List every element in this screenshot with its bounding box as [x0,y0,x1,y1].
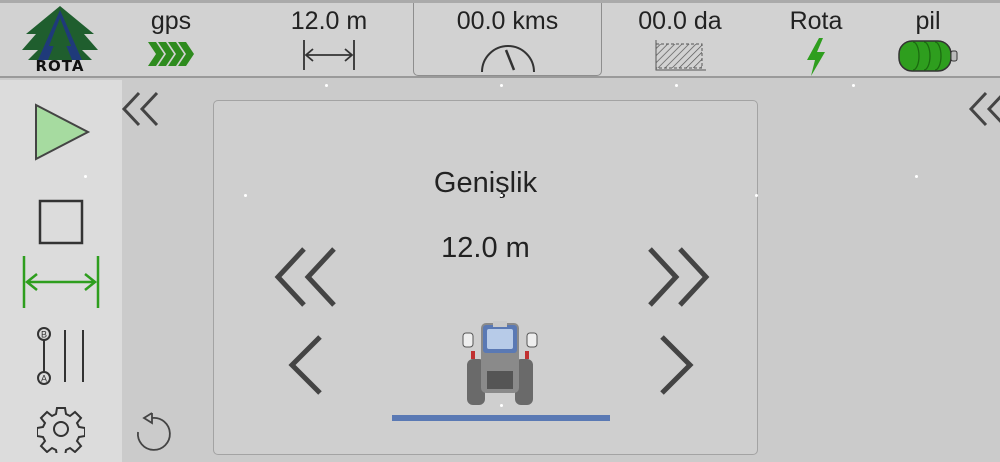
double-chevron-left-icon[interactable] [121,90,161,128]
logo-text: ROTA [35,57,85,75]
route-status: Rota [780,6,852,76]
background-dot [852,84,855,87]
increase-large-button[interactable] [644,245,710,309]
background-dot [325,84,328,87]
settings-button[interactable] [0,398,122,460]
battery-label: pil [915,7,941,35]
battery-icon [898,40,958,72]
tractor-icon [462,321,538,405]
decrease-small-button[interactable] [286,333,326,397]
svg-text:A: A [41,374,47,384]
background-dot [755,194,758,197]
background-dot [675,84,678,87]
undo-icon[interactable] [130,410,174,452]
speed-label: 00.0 kms [456,7,559,35]
status-bar: ROTA gps 12.0 m 00.0 kms 00.0 da Rota pi… [0,0,1000,78]
area-hatch-icon [655,40,706,71]
logo: ROTA [18,4,102,75]
svg-text:B: B [41,330,47,340]
background-dot [244,194,247,197]
area-label: 00.0 da [638,7,722,35]
ab-line-icon: B A [37,327,84,385]
gps-status: gps [130,6,212,76]
background-dot [84,175,87,178]
width-button[interactable] [0,246,122,318]
battery-status: pil [892,6,964,76]
background-dot [500,194,503,197]
route-label: Rota [789,7,843,35]
ab-line-button[interactable]: B A [0,322,122,390]
gps-label: gps [150,7,192,35]
sidebar: B A [0,80,122,462]
background-dot [500,404,503,407]
background-dot [500,84,503,87]
play-button[interactable] [0,88,122,176]
width-status: 12.0 m [270,6,388,76]
width-label: 12.0 m [290,7,368,35]
rota-logo-icon [22,6,98,60]
panel-title: Genişlik [433,167,538,199]
lightning-icon [807,38,825,76]
width-arrows-icon [22,256,100,308]
width-measure-icon [303,40,355,70]
area-status: 00.0 da [622,6,738,76]
gps-signal-arrows-icon [148,42,194,66]
increase-small-button[interactable] [656,333,696,397]
play-icon [35,103,91,161]
gear-icon [37,407,85,453]
speedometer-icon [480,45,535,73]
implement-bar [392,415,610,421]
stop-square-icon [38,199,84,245]
speed-status: 00.0 kms [413,0,602,76]
background-dot [915,175,918,178]
width-settings-panel: Genişlik 12.0 m [213,100,758,455]
right-panel-toggle-icon[interactable] [968,90,1000,128]
decrease-large-button[interactable] [274,245,340,309]
